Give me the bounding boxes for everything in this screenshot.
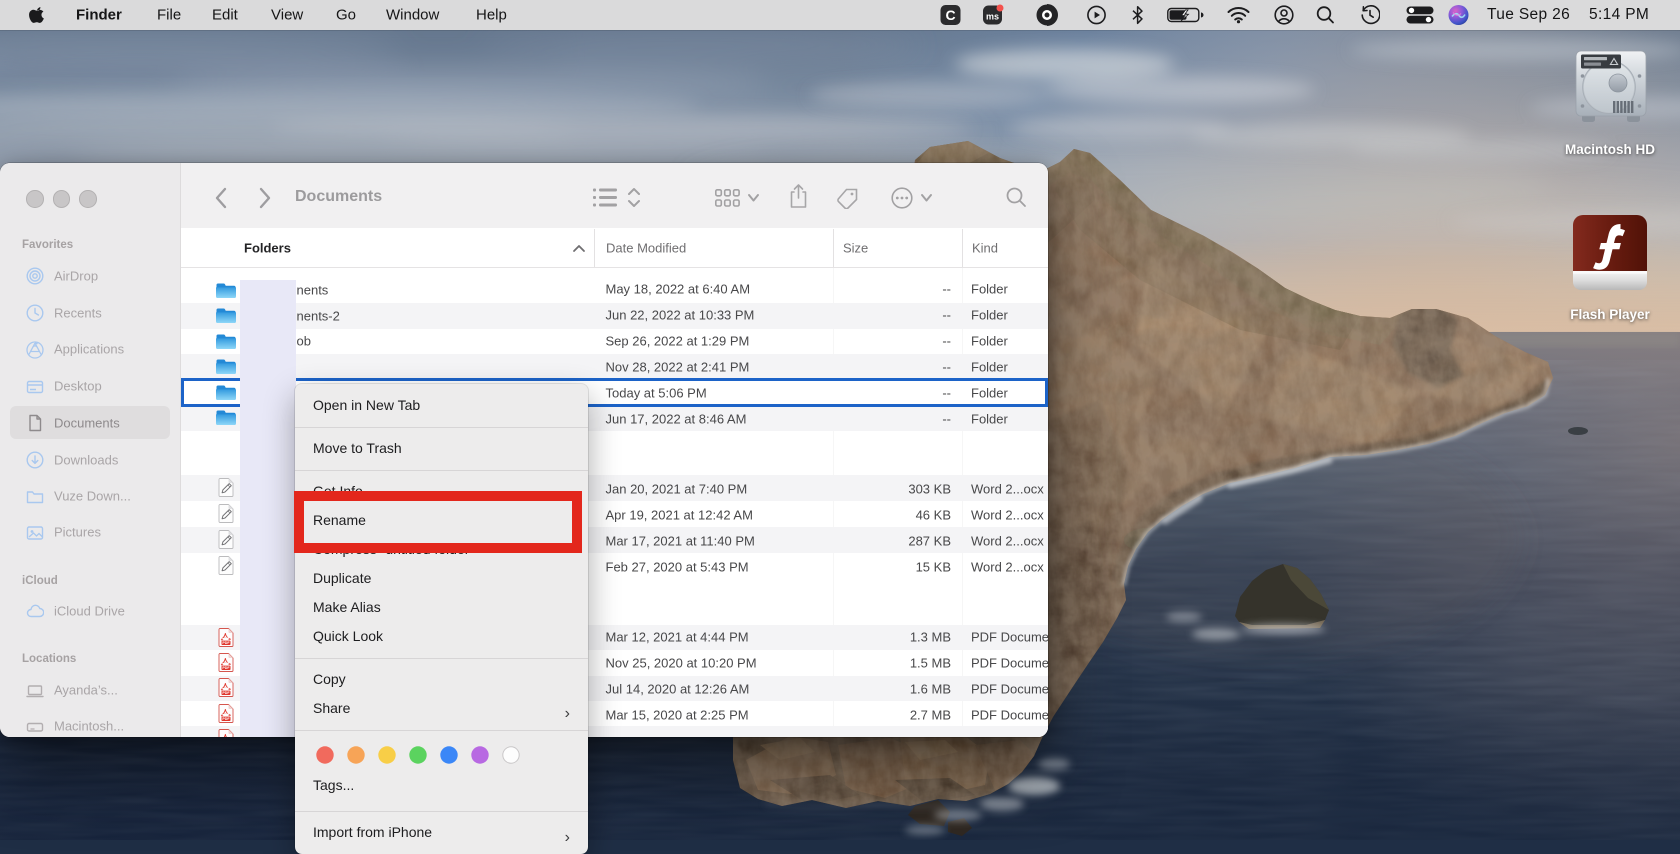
svg-text:C: C [945,7,955,23]
svg-text:ms: ms [986,12,999,22]
